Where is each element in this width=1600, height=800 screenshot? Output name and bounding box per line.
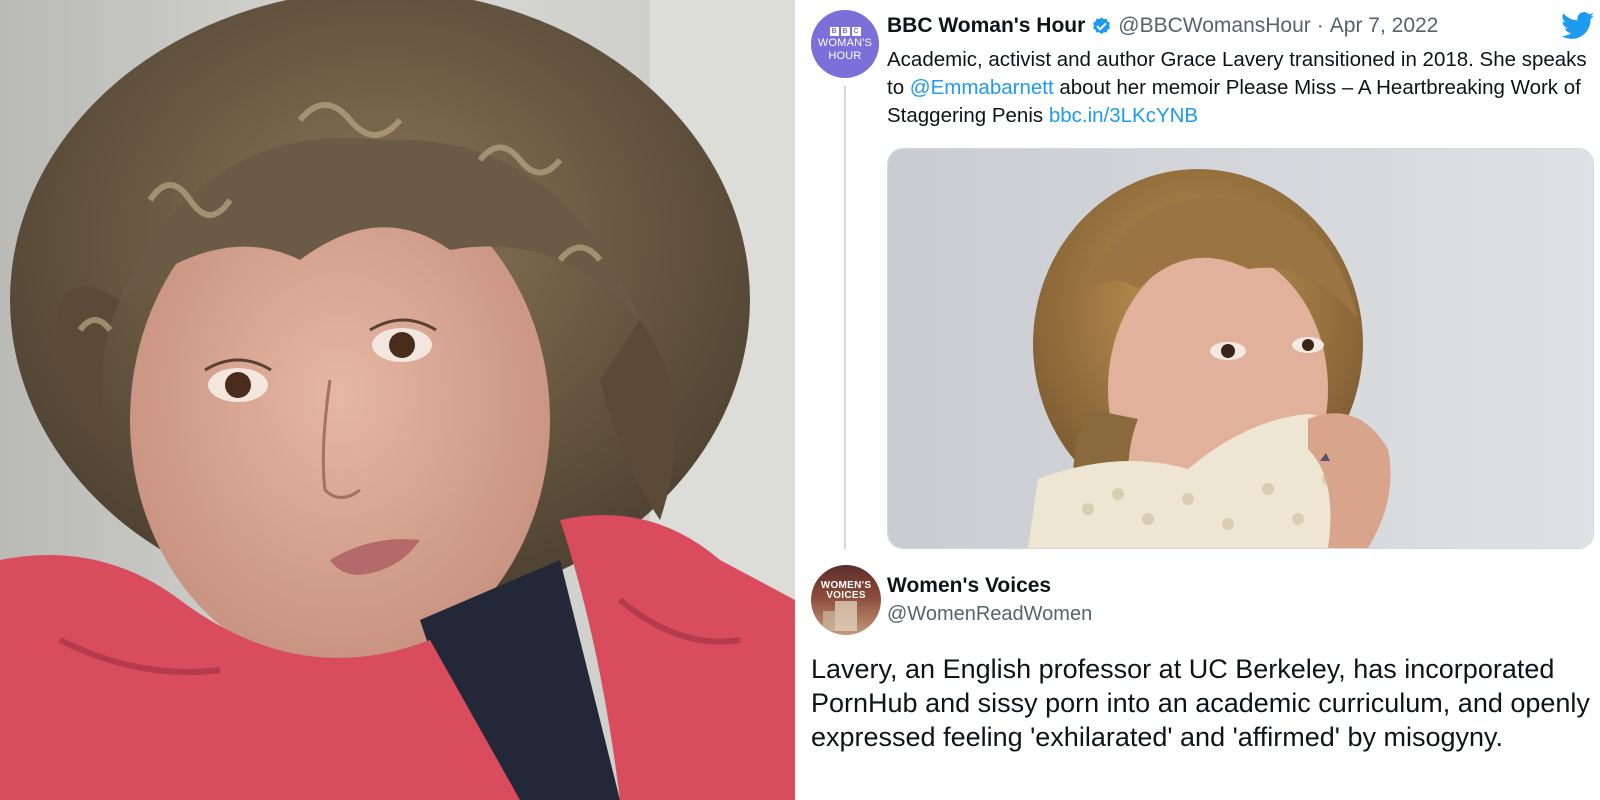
twitter-bird-icon: [1561, 12, 1595, 45]
separator-dot: ·: [1316, 14, 1324, 37]
left-selfie-photo: [0, 0, 795, 800]
bbc-logo: B B C: [811, 27, 879, 36]
tweet-text-2: Lavery, an English professor at UC Berke…: [811, 654, 1590, 752]
avatar-line-voices: VOICES: [826, 590, 866, 601]
bbc-letter-b2: B: [840, 27, 850, 36]
tweet-header: BBC Woman's Hour @BBCWomansHour · Apr 7,…: [887, 14, 1438, 38]
tweet-media-image[interactable]: [887, 148, 1594, 549]
tweet-text: Academic, activist and author Grace Lave…: [887, 46, 1587, 130]
avatar-building-shape: [823, 611, 835, 631]
avatar-line-womans: WOMAN'S: [817, 37, 873, 49]
avatar-line-hour: HOUR: [828, 50, 862, 62]
author-handle[interactable]: @BBCWomansHour: [1118, 14, 1311, 38]
author-handle-2[interactable]: @WomenReadWomen: [887, 603, 1092, 626]
womens-voices-avatar[interactable]: WOMEN'S VOICES: [811, 565, 881, 635]
bbc-letter-c: C: [851, 27, 861, 36]
avatar-building-shape-2: [835, 601, 857, 631]
tweet-date[interactable]: Apr 7, 2022: [1330, 14, 1439, 38]
author-name[interactable]: BBC Woman's Hour: [887, 14, 1085, 38]
thread-connector-line: [844, 86, 846, 549]
bbc-letter-b1: B: [829, 27, 839, 36]
bbc-womans-hour-avatar[interactable]: B B C WOMAN'S HOUR: [811, 10, 879, 78]
verified-badge-icon: [1091, 16, 1112, 37]
mention-link[interactable]: @Emmabarnett: [910, 76, 1054, 99]
author-name-2[interactable]: Women's Voices: [887, 574, 1051, 598]
tweet-panel: B B C WOMAN'S HOUR BBC Woman's Hour @BBC…: [795, 0, 1600, 800]
url-link[interactable]: bbc.in/3LKcYNB: [1049, 104, 1198, 127]
